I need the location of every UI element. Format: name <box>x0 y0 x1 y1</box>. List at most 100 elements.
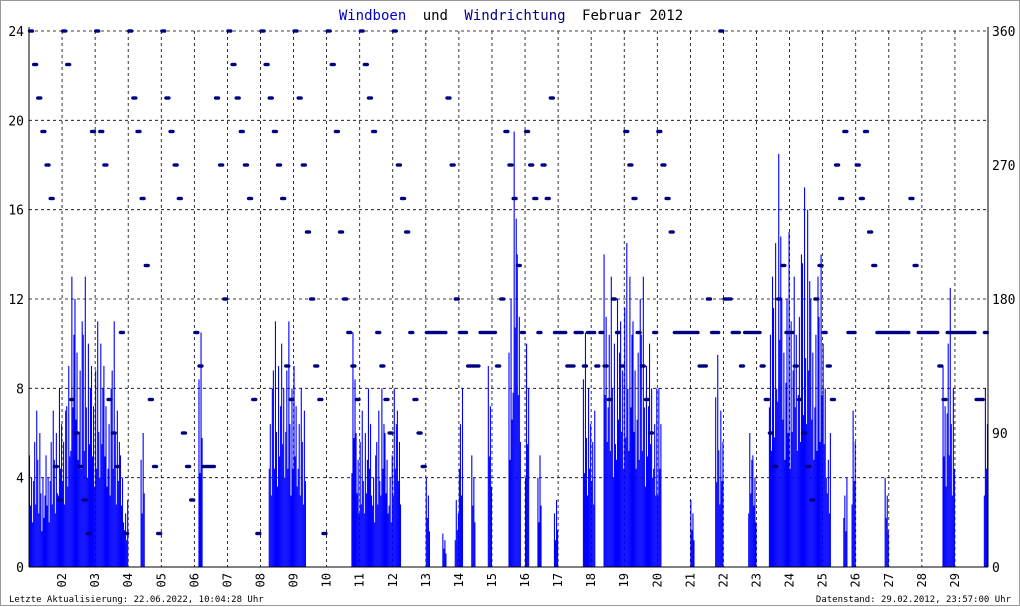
direction-point <box>257 531 262 536</box>
data-state-text: Datenstand: 29.02.2012, 23:57:00 Uhr <box>816 595 1012 605</box>
direction-point <box>935 330 940 335</box>
direction-point <box>645 397 651 402</box>
direction-point <box>335 129 341 134</box>
direction-point <box>443 330 448 335</box>
direction-point <box>129 29 134 33</box>
direction-point <box>496 364 502 368</box>
direction-point <box>310 297 316 301</box>
direction-point <box>95 29 101 33</box>
direction-point <box>38 96 43 100</box>
direction-point <box>133 96 138 100</box>
x-tick-label: 14 <box>452 573 466 587</box>
left-axis-tick-label: 8 <box>16 382 24 397</box>
direction-point <box>273 129 279 134</box>
direction-point <box>277 163 283 167</box>
direction-point <box>790 330 795 335</box>
direction-point <box>802 431 808 435</box>
x-tick-label: 15 <box>485 573 499 587</box>
direction-point <box>823 330 828 335</box>
direction-point <box>856 163 861 167</box>
direction-point <box>397 163 403 167</box>
direction-point <box>910 196 915 201</box>
left-axis-tick-label: 12 <box>8 293 24 308</box>
direction-point <box>410 330 415 335</box>
direction-point <box>616 330 622 335</box>
direction-point <box>695 330 700 335</box>
x-tick-label: 19 <box>617 573 631 587</box>
direction-point <box>112 431 117 435</box>
direction-point <box>145 263 150 268</box>
right-axis-tick-label: 360 <box>992 25 1015 40</box>
left-axis-tick-label: 20 <box>8 114 24 129</box>
direction-point <box>149 397 155 402</box>
direction-point <box>505 129 510 134</box>
x-tick-label: 05 <box>154 573 168 587</box>
direction-point <box>124 531 130 536</box>
direction-point <box>608 397 613 402</box>
direction-point <box>87 531 93 536</box>
direction-point <box>852 330 857 335</box>
direction-point <box>513 196 518 201</box>
wind-chart: Windboen und Windrichtung Februar 2012 0… <box>8 8 1015 605</box>
direction-point <box>219 163 225 167</box>
direction-point <box>620 364 626 368</box>
x-tick-label: 26 <box>849 573 863 587</box>
x-tick-label: 22 <box>716 573 730 587</box>
direction-point <box>633 196 638 201</box>
x-tick-label: 13 <box>419 573 433 587</box>
x-tick-label: 23 <box>750 573 764 587</box>
direction-point <box>765 397 770 402</box>
direction-point <box>401 196 407 201</box>
direction-point <box>302 163 308 167</box>
direction-point <box>50 196 55 201</box>
direction-point <box>736 330 742 335</box>
direction-point <box>596 364 601 368</box>
direction-point <box>232 62 237 67</box>
direction-point <box>815 297 820 301</box>
direction-point <box>377 330 382 335</box>
direction-point <box>943 397 948 402</box>
x-tick-label: 17 <box>551 573 565 587</box>
direction-point <box>236 96 241 100</box>
direction-point <box>563 330 568 335</box>
direction-point <box>703 364 708 368</box>
direction-point <box>525 129 531 134</box>
direction-point <box>447 96 452 100</box>
direction-point <box>331 62 336 67</box>
direction-point <box>761 364 766 368</box>
direction-point <box>195 330 200 335</box>
direction-point <box>625 129 630 134</box>
direction-point <box>298 96 303 100</box>
direction-point <box>29 29 35 33</box>
title-part: Windboen <box>339 8 406 24</box>
direction-point <box>591 330 597 335</box>
direction-point <box>91 129 97 134</box>
direction-point <box>244 163 250 167</box>
direction-point <box>451 163 456 167</box>
direction-point <box>782 263 787 268</box>
direction-point <box>777 297 783 301</box>
direction-point <box>604 364 609 368</box>
direction-point <box>248 196 254 201</box>
direction-point <box>649 431 655 435</box>
direction-point <box>740 364 746 368</box>
x-tick-label: 04 <box>121 573 135 587</box>
direction-point <box>319 397 324 402</box>
direction-point <box>414 397 419 402</box>
direction-point <box>54 464 60 469</box>
direction-point <box>571 364 576 368</box>
direction-point <box>422 464 427 469</box>
direction-point <box>405 230 411 234</box>
direction-point <box>294 29 299 33</box>
direction-point <box>33 62 39 67</box>
direction-point <box>641 364 646 368</box>
direction-point <box>253 397 258 402</box>
direction-point <box>348 330 353 335</box>
title-part: Februar 2012 <box>582 8 683 24</box>
direction-point <box>108 397 113 402</box>
direction-point <box>211 464 217 469</box>
x-tick-label: 08 <box>253 573 267 587</box>
direction-point <box>715 330 721 335</box>
direction-point <box>79 464 84 469</box>
direction-point <box>463 330 469 335</box>
